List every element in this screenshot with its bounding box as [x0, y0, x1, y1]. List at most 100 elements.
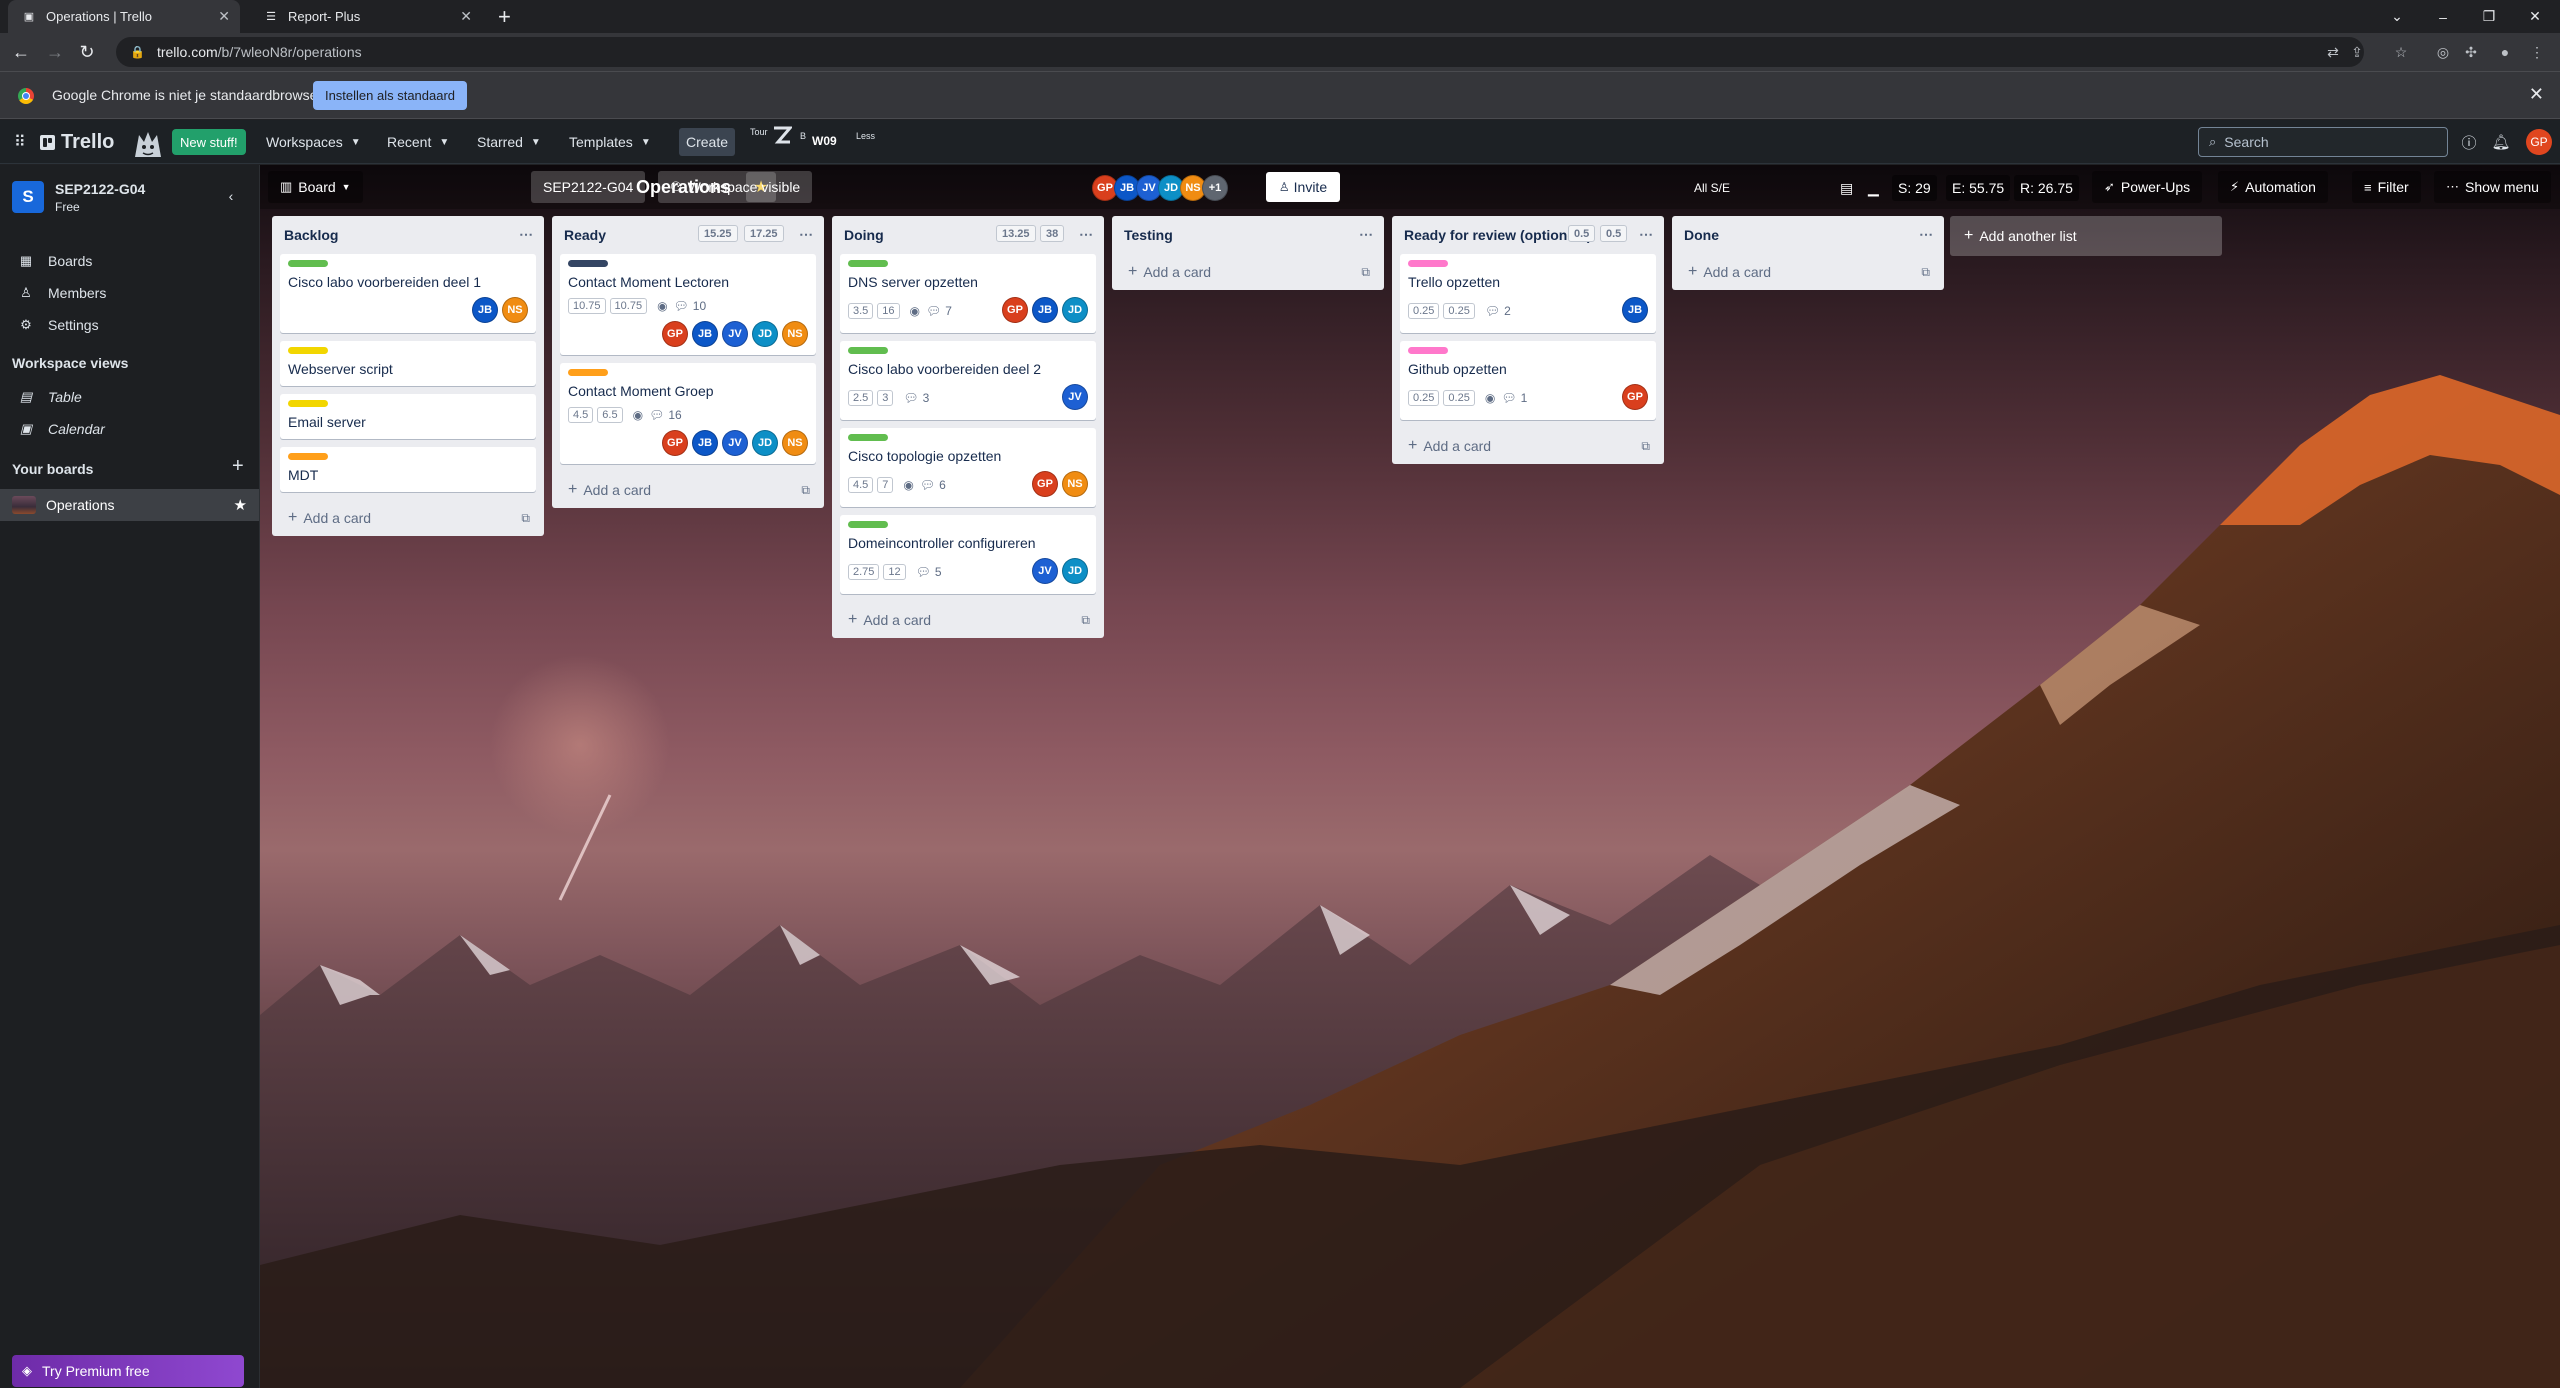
workspace-button[interactable]: SEP2122-G04: [531, 171, 646, 203]
card[interactable]: Webserver script: [280, 341, 536, 386]
card-template-icon[interactable]: ⧉: [1641, 439, 1650, 454]
workspaces-menu[interactable]: Workspaces ▼: [266, 127, 361, 157]
restore-button[interactable]: ❐: [2466, 0, 2512, 33]
taco-mascot-icon[interactable]: [131, 127, 165, 161]
search-input[interactable]: ⌕ Search: [2198, 127, 2448, 157]
list-menu-icon[interactable]: ⋯: [1639, 226, 1654, 243]
notifications-bell-icon[interactable]: 🔔︎: [2490, 131, 2512, 153]
member-avatar[interactable]: GP: [1002, 297, 1028, 323]
create-button[interactable]: Create: [679, 128, 735, 156]
account-avatar[interactable]: GP: [2526, 129, 2552, 155]
sidebar-item-members[interactable]: ♙ Members: [0, 277, 259, 309]
add-card-button[interactable]: + Add a card ⧉: [1392, 428, 1664, 464]
card[interactable]: Cisco labo voorbereiden deel 2 2.5 3 💬︎ 3…: [840, 341, 1096, 420]
tab-operations[interactable]: ▣ Operations | Trello ✕: [8, 0, 240, 33]
list-title[interactable]: Backlog: [284, 227, 338, 243]
close-icon[interactable]: ✕: [2529, 84, 2544, 105]
new-stuff-button[interactable]: New stuff!: [172, 129, 246, 155]
minimize-button[interactable]: –: [2420, 0, 2466, 33]
member-avatar[interactable]: NS: [1062, 471, 1088, 497]
list-ready-for-review[interactable]: Ready for review (optioneel) 0.5 0.5 ⋯ T…: [1392, 216, 1664, 464]
collapse-sidebar-icon[interactable]: ‹: [222, 187, 240, 205]
member-avatar[interactable]: NS: [782, 430, 808, 456]
show-menu-button[interactable]: ⋯ Show menu: [2434, 171, 2551, 203]
url-field[interactable]: 🔒 trello.com /b/7wleoN8r/operations: [116, 37, 2364, 67]
sidebar-item-boards[interactable]: ▦ Boards: [0, 245, 259, 277]
sidebar-item-table[interactable]: ▤ Table: [0, 381, 259, 413]
back-icon[interactable]: ←: [8, 39, 34, 65]
member-avatar[interactable]: JB: [1622, 297, 1648, 323]
kebab-menu-icon[interactable]: ⋮: [2526, 41, 2548, 63]
chart-icon[interactable]: ▁: [1862, 175, 1885, 201]
workspace-name[interactable]: SEP2122-G04: [55, 181, 145, 197]
member-avatar[interactable]: GP: [1622, 384, 1648, 410]
less-toggle[interactable]: Less: [856, 131, 875, 141]
member-avatar[interactable]: JV: [1032, 558, 1058, 584]
list-title[interactable]: Ready for review (optioneel): [1404, 227, 1591, 243]
member-avatar[interactable]: JB: [472, 297, 498, 323]
forward-icon[interactable]: →: [42, 39, 68, 65]
reload-icon[interactable]: ↻: [74, 39, 100, 65]
info-icon[interactable]: ⓘ: [2458, 131, 2480, 153]
list-menu-icon[interactable]: ⋯: [799, 226, 814, 243]
card-template-icon[interactable]: ⧉: [1361, 265, 1370, 280]
card[interactable]: Cisco topologie opzetten 4.5 7 ◉ 💬︎ 6 GP …: [840, 428, 1096, 507]
list-testing[interactable]: Testing ⋯ + Add a card ⧉: [1112, 216, 1384, 290]
list-title[interactable]: Doing: [844, 227, 884, 243]
profile-icon[interactable]: ●: [2494, 41, 2516, 63]
member-avatar[interactable]: NS: [782, 321, 808, 347]
starred-menu[interactable]: Starred ▼: [477, 127, 541, 157]
list-ready[interactable]: Ready 15.25 17.25 ⋯ Contact Moment Lecto…: [552, 216, 824, 508]
list-title[interactable]: Done: [1684, 227, 1719, 243]
close-icon[interactable]: ✕: [218, 8, 230, 25]
add-card-button[interactable]: + Add a card ⧉: [272, 500, 544, 536]
list-backlog[interactable]: Backlog ⋯ Cisco labo voorbereiden deel 1…: [272, 216, 544, 536]
list-doing[interactable]: Doing 13.25 38 ⋯ DNS server opzetten 3.5…: [832, 216, 1104, 638]
card-template-icon[interactable]: ⧉: [1921, 265, 1930, 280]
add-card-button[interactable]: + Add a card ⧉: [1112, 254, 1384, 290]
card[interactable]: Github opzetten 0.25 0.25 ◉ 💬︎ 1 GP: [1400, 341, 1656, 420]
automation-button[interactable]: ⚡︎ Automation: [2218, 171, 2328, 203]
list-view-icon[interactable]: ▤: [1834, 175, 1859, 201]
close-window-button[interactable]: ✕: [2512, 0, 2558, 33]
view-switcher-button[interactable]: ▥ Board ▼: [268, 171, 363, 203]
add-card-button[interactable]: + Add a card ⧉: [1672, 254, 1944, 290]
all-se-toggle[interactable]: All S/E: [1688, 175, 1736, 201]
recent-menu[interactable]: Recent ▼: [387, 127, 449, 157]
list-title[interactable]: Ready: [564, 227, 606, 243]
tab-search-icon[interactable]: ⌄: [2374, 0, 2420, 33]
add-card-button[interactable]: + Add a card ⧉: [552, 472, 824, 508]
card-template-icon[interactable]: ⧉: [1081, 613, 1090, 628]
tour-label[interactable]: Tour: [750, 127, 768, 137]
sidebar-item-settings[interactable]: ⚙ Settings: [0, 309, 259, 341]
new-tab-button[interactable]: +: [498, 4, 511, 30]
list-menu-icon[interactable]: ⋯: [519, 226, 534, 243]
card-template-icon[interactable]: ⧉: [521, 511, 530, 526]
try-premium-button[interactable]: ◈ Try Premium free: [12, 1355, 244, 1387]
workspace-avatar[interactable]: S: [12, 181, 44, 213]
translate-icon[interactable]: ⇄: [2322, 41, 2344, 63]
member-avatar[interactable]: JD: [752, 321, 778, 347]
list-menu-icon[interactable]: ⋯: [1919, 226, 1934, 243]
extension-b-label[interactable]: B: [800, 131, 806, 141]
member-avatar[interactable]: JD: [1062, 297, 1088, 323]
more-members-badge[interactable]: +1: [1202, 175, 1228, 201]
filter-button[interactable]: ≡ Filter: [2352, 171, 2421, 203]
card[interactable]: Cisco labo voorbereiden deel 1 JB NS: [280, 254, 536, 333]
share-icon[interactable]: ⇪: [2346, 41, 2368, 63]
list-title[interactable]: Testing: [1124, 227, 1173, 243]
power-ups-button[interactable]: ➶ Power-Ups: [2092, 171, 2203, 203]
member-avatar[interactable]: JV: [722, 430, 748, 456]
tab-report-plus[interactable]: ☰ Report- Plus ✕: [250, 0, 482, 33]
github-extension-icon[interactable]: ◎: [2432, 41, 2454, 63]
card[interactable]: MDT: [280, 447, 536, 492]
list-menu-icon[interactable]: ⋯: [1359, 226, 1374, 243]
apps-grid-icon[interactable]: ⠿: [14, 127, 26, 157]
star-icon[interactable]: ★: [234, 496, 247, 514]
member-avatar[interactable]: GP: [662, 321, 688, 347]
visibility-button[interactable]: ⚇ Workspace visible: [658, 171, 813, 203]
member-avatar[interactable]: JD: [752, 430, 778, 456]
member-avatar[interactable]: JV: [722, 321, 748, 347]
card[interactable]: Email server: [280, 394, 536, 439]
invite-button[interactable]: ♙ Invite: [1266, 172, 1340, 202]
